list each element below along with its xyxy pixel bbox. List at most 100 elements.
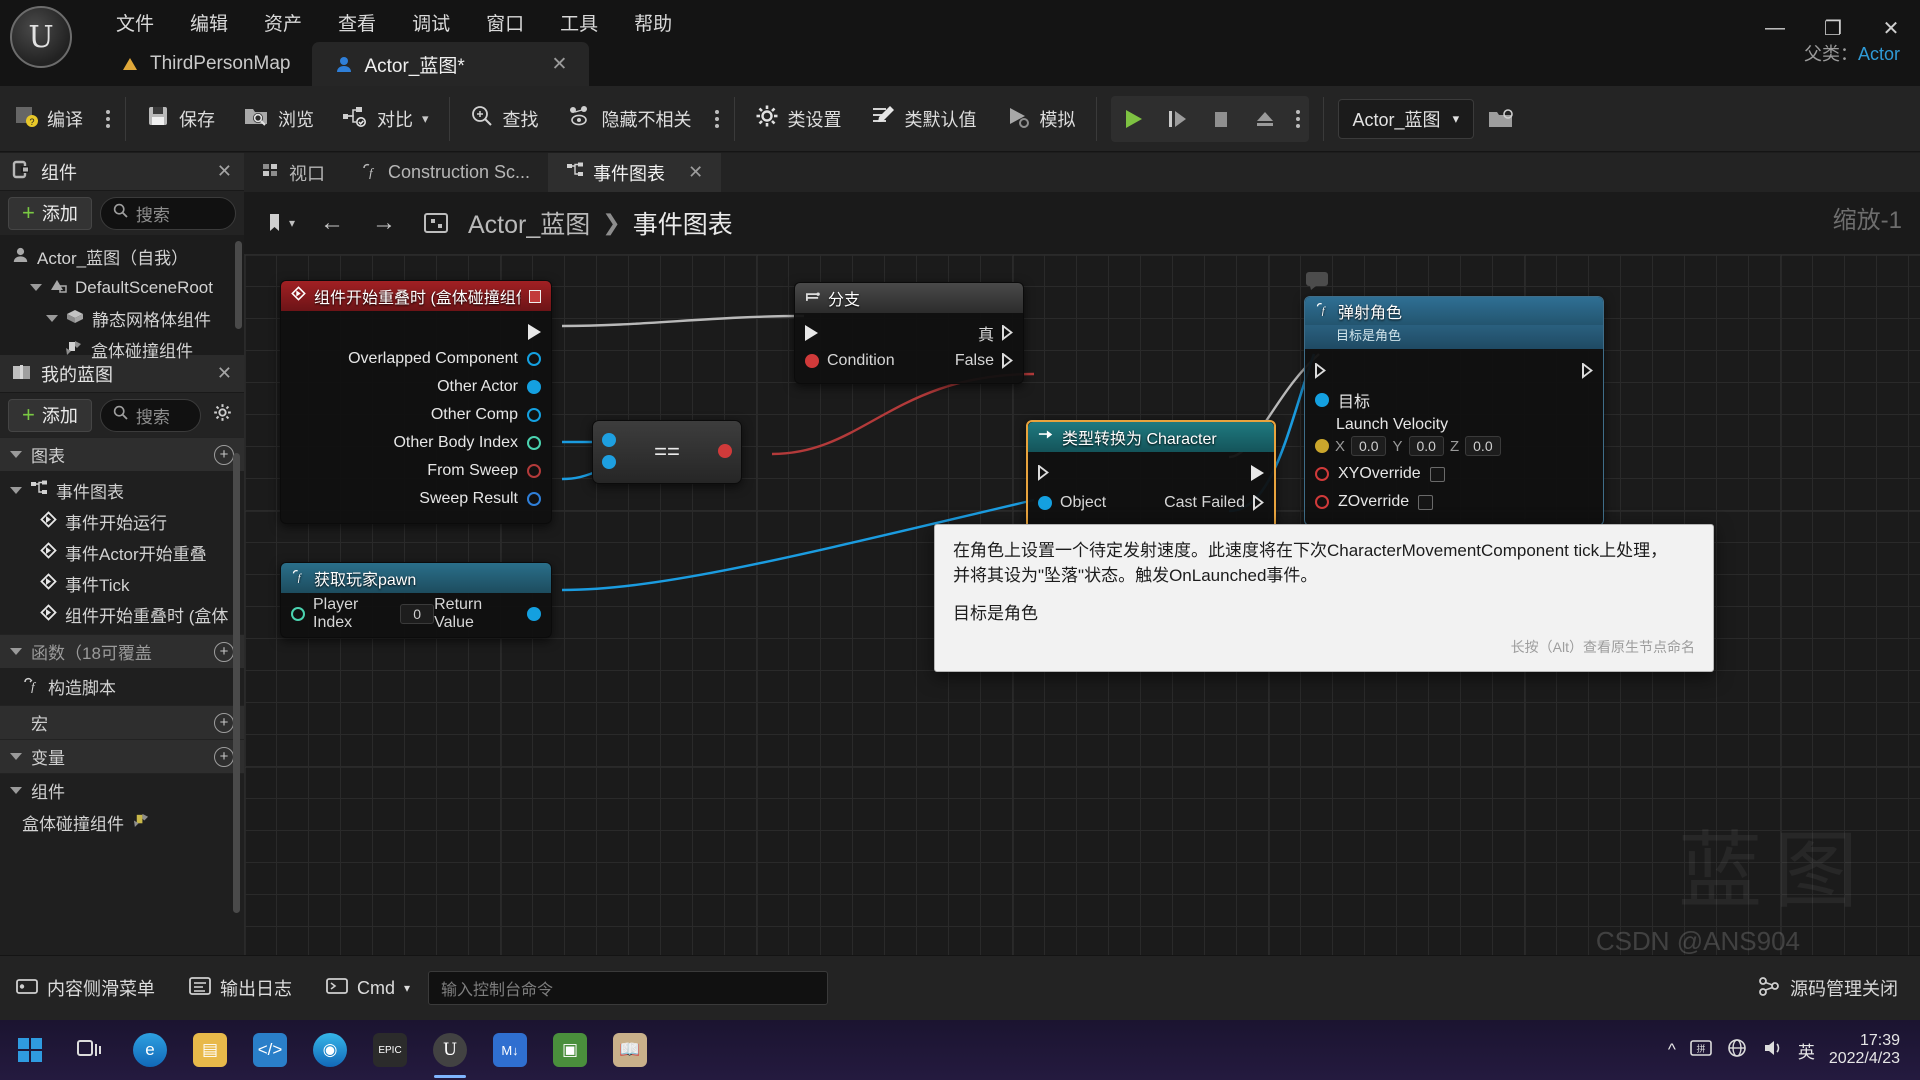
chevron-down-icon[interactable]: ▾: [404, 981, 410, 995]
forward-button[interactable]: →: [364, 203, 404, 243]
expand-arrow-icon[interactable]: [30, 284, 42, 291]
xyoverride-pin-icon[interactable]: [1315, 467, 1329, 481]
stop-button[interactable]: [1199, 96, 1243, 142]
components-search-input[interactable]: 搜索: [100, 197, 236, 230]
chevron-down-icon[interactable]: ▾: [422, 111, 429, 127]
output-log-button[interactable]: 输出日志: [173, 956, 308, 1021]
node-pin-sweep-result[interactable]: Sweep Result: [281, 485, 551, 513]
diff-button[interactable]: 对比 ▾: [328, 86, 443, 152]
delegate-pin[interactable]: [529, 290, 541, 303]
play-button[interactable]: [1111, 96, 1155, 142]
tree-item-actor-self[interactable]: Actor_蓝图（自我）: [0, 241, 244, 272]
taskbar-clock[interactable]: 17:39 2022/4/23: [1829, 1032, 1906, 1069]
blueprint-selector[interactable]: Actor_蓝图 ▾: [1338, 99, 1475, 139]
vector-x-input[interactable]: 0.0: [1351, 436, 1386, 456]
taskbar-app-epic-games[interactable]: EPIC: [360, 1020, 420, 1080]
add-graph-button[interactable]: +: [214, 445, 234, 465]
network-icon[interactable]: [1726, 1038, 1748, 1063]
int-pin-icon[interactable]: [527, 436, 541, 450]
equal-input-pin-a[interactable]: [602, 433, 616, 447]
compile-options-button[interactable]: [97, 86, 119, 152]
zoverride-checkbox[interactable]: [1418, 495, 1433, 510]
expand-arrow-icon[interactable]: [10, 753, 22, 760]
zoverride-pin-icon[interactable]: [1315, 495, 1329, 509]
list-item-event-actor-begin-overlap[interactable]: 事件Actor开始重叠: [0, 537, 244, 568]
menu-item-debug[interactable]: 调试: [394, 2, 468, 43]
ime-icon[interactable]: 拼: [1690, 1039, 1712, 1062]
exec-input-pin-icon[interactable]: [1315, 363, 1326, 379]
graph-canvas[interactable]: 组件开始重叠时 (盒体碰撞组件) Overlapped Component Ot…: [244, 254, 1920, 955]
taskbar-app-file-explorer[interactable]: ▤: [180, 1020, 240, 1080]
equal-input-pin-b[interactable]: [602, 455, 616, 469]
save-button[interactable]: 保存: [132, 86, 229, 152]
zoom-to-fit-button[interactable]: [416, 203, 456, 243]
node-pin-zoverride[interactable]: ZOverride: [1305, 488, 1603, 516]
node-pin-xyoverride[interactable]: XYOverride: [1305, 460, 1603, 488]
struct-pin-icon[interactable]: [527, 492, 541, 506]
components-scrollbar[interactable]: [235, 241, 242, 329]
close-icon[interactable]: ✕: [688, 162, 703, 183]
console-command-input[interactable]: 输入控制台命令: [428, 971, 828, 1005]
volume-icon[interactable]: [1762, 1038, 1784, 1063]
node-pin-from-sweep[interactable]: From Sweep: [281, 457, 551, 485]
node-get-player-pawn[interactable]: f 获取玩家pawn Player Index 0 Return Value: [280, 562, 552, 638]
compile-button[interactable]: ? 编译: [0, 86, 97, 152]
close-icon[interactable]: ✕: [217, 363, 232, 384]
menu-item-window[interactable]: 窗口: [468, 2, 542, 43]
tree-item-box-collision[interactable]: 盒体碰撞组件: [0, 334, 244, 365]
tree-item-static-mesh[interactable]: 静态网格体组件: [0, 303, 244, 334]
back-button[interactable]: ←: [312, 203, 352, 243]
components-add-button[interactable]: + 添加: [8, 197, 92, 230]
tab-construction-script[interactable]: f Construction Sc...: [343, 153, 548, 192]
object-pin-icon[interactable]: [1038, 496, 1052, 510]
hide-unrelated-options-button[interactable]: [706, 86, 728, 152]
list-item-box-collision-variable[interactable]: 盒体碰撞组件: [0, 807, 244, 838]
exec-output-pin-icon[interactable]: [1251, 465, 1264, 481]
vector-y-input[interactable]: 0.0: [1409, 436, 1444, 456]
close-icon[interactable]: ✕: [524, 53, 568, 76]
comment-icon[interactable]: [1305, 271, 1329, 296]
node-component-begin-overlap[interactable]: 组件开始重叠时 (盒体碰撞组件) Overlapped Component Ot…: [280, 280, 552, 524]
browse-to-asset-button[interactable]: [1474, 86, 1528, 152]
condition-pin-icon[interactable]: [805, 354, 819, 368]
find-button[interactable]: 查找: [456, 86, 553, 152]
expand-arrow-icon[interactable]: [10, 648, 22, 655]
cmd-button[interactable]: Cmd ▾: [310, 956, 426, 1021]
equal-output-pin[interactable]: [718, 444, 732, 458]
node-exec-output[interactable]: [281, 319, 551, 345]
taskbar-app-image-viewer[interactable]: ▣: [540, 1020, 600, 1080]
vector-z-input[interactable]: 0.0: [1465, 436, 1500, 456]
list-item-event-begin-play[interactable]: 事件开始运行: [0, 506, 244, 537]
menu-item-edit[interactable]: 编辑: [172, 2, 246, 43]
browse-button[interactable]: 浏览: [229, 86, 328, 152]
my-blueprint-settings-button[interactable]: [209, 403, 236, 427]
class-settings-button[interactable]: 类设置: [741, 86, 856, 152]
object-pin-icon[interactable]: [527, 408, 541, 422]
list-item-event-tick[interactable]: 事件Tick: [0, 568, 244, 599]
node-pin-other-comp[interactable]: Other Comp: [281, 401, 551, 429]
my-blueprint-add-button[interactable]: + 添加: [8, 399, 92, 432]
xyoverride-checkbox[interactable]: [1430, 467, 1445, 482]
class-defaults-button[interactable]: 类默认值: [856, 86, 991, 152]
bool-pin-icon[interactable]: [527, 464, 541, 478]
breadcrumb-root[interactable]: Actor_蓝图: [468, 205, 590, 241]
parent-class-value[interactable]: Actor: [1858, 44, 1900, 64]
tree-item-default-scene-root[interactable]: DefaultSceneRoot: [0, 272, 244, 303]
add-macro-button[interactable]: +: [214, 713, 234, 733]
step-button[interactable]: [1155, 96, 1199, 142]
section-header-variables[interactable]: 变量 +: [0, 739, 244, 773]
taskbar-app-vscode[interactable]: </>: [240, 1020, 300, 1080]
list-item-event-graph[interactable]: 事件图表: [0, 475, 244, 506]
menu-item-help[interactable]: 帮助: [616, 2, 690, 43]
content-drawer-button[interactable]: 内容侧滑菜单: [0, 956, 171, 1021]
object-pin-icon[interactable]: [527, 352, 541, 366]
node-pin-overlapped-component[interactable]: Overlapped Component: [281, 345, 551, 373]
section-header-functions[interactable]: 函数（18可覆盖 +: [0, 634, 244, 668]
tray-chevron-icon[interactable]: ^: [1668, 1040, 1676, 1060]
task-view-button[interactable]: [60, 1020, 120, 1080]
target-pin-icon[interactable]: [1315, 393, 1329, 407]
expand-arrow-icon[interactable]: [10, 787, 22, 794]
menu-item-assets[interactable]: 资产: [246, 2, 320, 43]
my-blueprint-search-input[interactable]: 搜索: [100, 399, 201, 432]
my-blueprint-scrollbar[interactable]: [233, 453, 240, 913]
